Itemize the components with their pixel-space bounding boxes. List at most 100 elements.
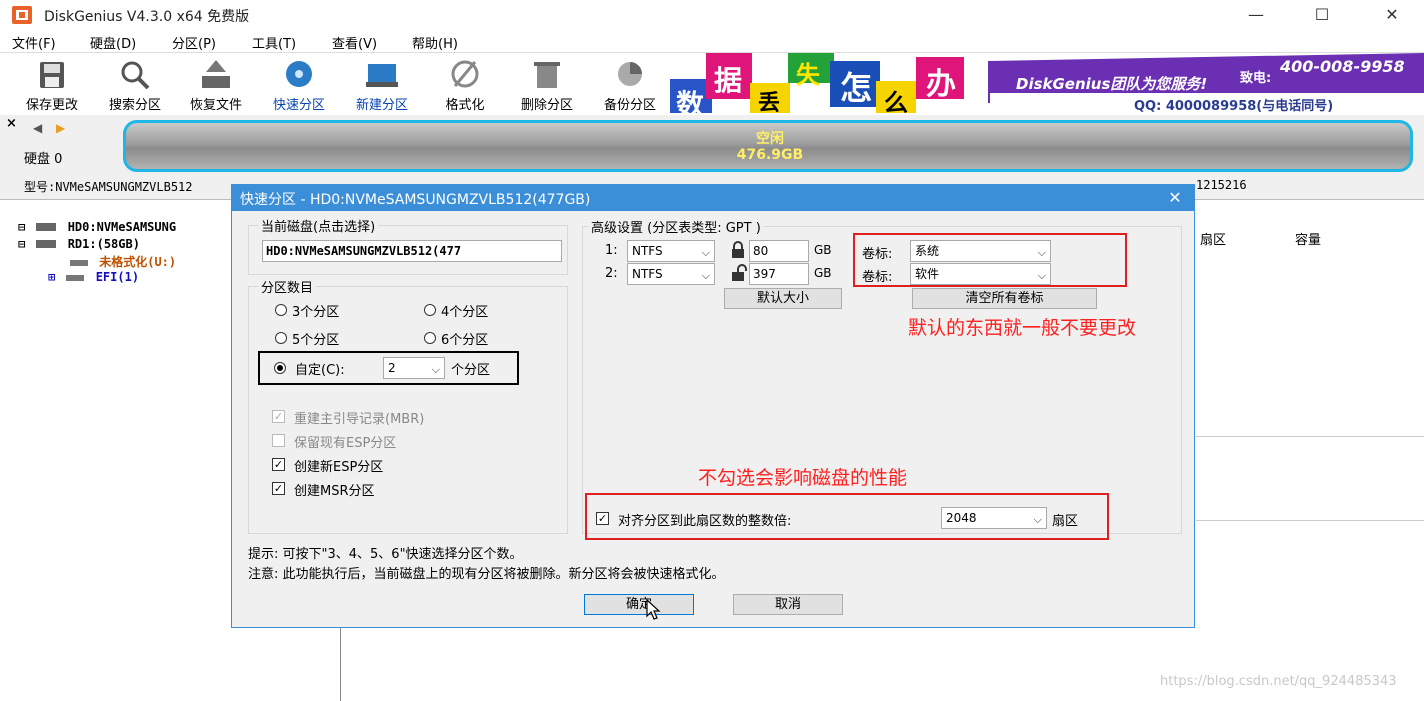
delete-partition-button[interactable]: 删除分区 <box>507 58 587 113</box>
maximize-button[interactable]: ☐ <box>1302 4 1342 26</box>
size-unit: GB <box>814 266 832 280</box>
partition-icon <box>66 275 85 281</box>
tree-expander[interactable]: ⊟ <box>18 237 25 251</box>
radio-3-partitions[interactable] <box>275 304 287 316</box>
disk-icon <box>36 223 57 231</box>
ok-button[interactable]: 确定 <box>584 594 694 615</box>
tree-expander[interactable]: ⊟ <box>18 220 25 234</box>
banner-char: 据 <box>714 64 743 97</box>
disk-free-label: 空闲 476.9GB <box>680 131 860 163</box>
partition-count-label: 分区数目 <box>258 277 317 296</box>
menu-file[interactable]: 文件(F) <box>12 33 56 52</box>
default-size-button[interactable]: 默认大小 <box>724 288 842 309</box>
filesystem-value: NTFS <box>632 244 663 258</box>
free-size: 476.9GB <box>736 147 804 163</box>
tree-label: HD0:NVMeSAMSUNG <box>67 220 177 234</box>
menu-disk[interactable]: 硬盘(D) <box>90 33 136 52</box>
align-label: 对齐分区到此扇区数的整数倍: <box>618 514 792 529</box>
dialog-close-button[interactable]: ✕ <box>1160 186 1190 210</box>
radio-5-partitions[interactable] <box>275 332 287 344</box>
tree-item-rd1[interactable]: ⊟ RD1:(58GB) <box>18 237 140 251</box>
checkbox-label: 创建新ESP分区 <box>294 460 384 475</box>
menu-view[interactable]: 查看(V) <box>332 33 377 52</box>
banner-phone-label: 致电: <box>1240 71 1272 86</box>
clear-labels-button[interactable]: 清空所有卷标 <box>912 288 1097 309</box>
menu-help[interactable]: 帮助(H) <box>412 33 458 52</box>
recover-files-button[interactable]: 恢复文件 <box>176 58 256 113</box>
radio-4-partitions[interactable] <box>424 304 436 316</box>
app-title: DiskGenius V4.3.0 x64 免费版 <box>44 9 250 25</box>
column-header-capacity[interactable]: 容量 <box>1295 229 1321 248</box>
lock-icon[interactable] <box>730 241 746 259</box>
tree-label: RD1:(58GB) <box>67 237 140 251</box>
menu-tools[interactable]: 工具(T) <box>252 33 296 52</box>
banner-char: 么 <box>884 89 908 113</box>
toolbar-label: 快速分区 <box>272 98 325 113</box>
disk-partition-icon <box>286 61 312 87</box>
mouse-cursor-icon <box>646 598 661 620</box>
backup-icon <box>618 62 642 86</box>
app-logo-icon <box>12 6 32 24</box>
toolbar-label: 删除分区 <box>520 98 573 113</box>
filesystem-select-2[interactable]: NTFS ⌵ <box>627 263 715 285</box>
tree-item-efi[interactable]: ⊞ EFI(1) <box>48 270 139 284</box>
disk-label: 硬盘 0 <box>24 152 63 167</box>
radio-label: 3个分区 <box>292 305 340 320</box>
unlock-icon[interactable] <box>730 264 748 282</box>
disk-model-line: 型号:NVMeSAMSUNGMZVLB512 <box>24 180 193 194</box>
new-partition-button[interactable]: 新建分区 <box>342 58 422 113</box>
cancel-button[interactable]: 取消 <box>733 594 843 615</box>
toolbar-label: 恢复文件 <box>189 98 242 113</box>
column-header-sector[interactable]: 扇区 <box>1200 229 1226 248</box>
checkbox-align-partition[interactable]: ✓ <box>596 512 609 525</box>
align-sector-select[interactable]: 2048 ⌵ <box>941 507 1047 529</box>
close-window-button[interactable]: ✕ <box>1372 4 1412 26</box>
checkbox-label: 保留现有ESP分区 <box>294 436 397 451</box>
tree-item-hd0[interactable]: ⊟ HD0:NVMeSAMSUNG <box>18 220 176 234</box>
tree-item-unformatted[interactable]: 未格式化(U:) <box>70 253 176 270</box>
toolbar-label: 搜索分区 <box>108 98 161 113</box>
checkbox-rebuild-mbr[interactable]: ✓ <box>272 410 285 423</box>
current-disk-label: 当前磁盘(点击选择) <box>258 216 379 235</box>
toolbar-label: 备份分区 <box>603 98 656 113</box>
search-partition-button[interactable]: 搜索分区 <box>95 58 175 113</box>
radio-label: 5个分区 <box>292 333 340 348</box>
checkbox-create-esp[interactable]: ✓ <box>272 458 285 471</box>
annotation-default-note: 默认的东西就一般不要更改 <box>908 317 1137 339</box>
current-disk-field[interactable]: HD0:NVMeSAMSUNGMZVLB512(477 <box>262 240 562 262</box>
custom-count-value: 2 <box>388 361 396 375</box>
nav-next-icon[interactable]: ▶ <box>56 121 65 135</box>
size-input-2[interactable]: 397 <box>749 263 809 285</box>
partition-icon <box>70 260 88 266</box>
save-changes-button[interactable]: 保存更改 <box>12 58 92 113</box>
banner-phone: 400-008-9958 <box>1280 57 1405 76</box>
quick-partition-button[interactable]: 快速分区 <box>259 58 339 113</box>
size-input-1[interactable]: 80 <box>749 240 809 262</box>
format-button[interactable]: 格式化 <box>425 58 505 113</box>
nav-prev-icon[interactable]: ◀ <box>33 121 42 135</box>
close-panel-icon[interactable]: × <box>6 116 17 131</box>
disk-icon <box>36 240 57 248</box>
radio-6-partitions[interactable] <box>424 332 436 344</box>
checkbox-keep-esp[interactable] <box>272 434 285 447</box>
custom-count-select[interactable]: 2 ⌵ <box>383 357 445 379</box>
checkbox-create-msr[interactable]: ✓ <box>272 482 285 495</box>
custom-count-suffix: 个分区 <box>451 363 491 378</box>
filesystem-select-1[interactable]: NTFS ⌵ <box>627 240 715 262</box>
banner-qq: QQ: 4000089958(与电话同号) <box>1134 99 1334 113</box>
tree-expander[interactable]: ⊞ <box>48 270 55 284</box>
backup-partition-button[interactable]: 备份分区 <box>590 58 670 113</box>
toolbar-label: 格式化 <box>445 98 485 113</box>
advertisement-banner: 数 据 丢 失 怎 么 办 DiskGenius团队为您服务! 致电: 400-… <box>670 53 1424 113</box>
save-icon <box>40 62 64 88</box>
radio-label: 自定(C): <box>295 363 345 378</box>
banner-char: 丢 <box>758 91 781 113</box>
chevron-down-icon: ⌵ <box>701 246 710 259</box>
checkbox-label: 创建MSR分区 <box>294 484 375 499</box>
checkbox-label: 重建主引导记录(MBR) <box>294 412 425 427</box>
radio-label: 6个分区 <box>441 333 489 348</box>
divider <box>1196 436 1424 437</box>
minimize-button[interactable]: — <box>1236 4 1276 26</box>
menu-partition[interactable]: 分区(P) <box>172 33 216 52</box>
radio-custom[interactable] <box>274 362 286 374</box>
